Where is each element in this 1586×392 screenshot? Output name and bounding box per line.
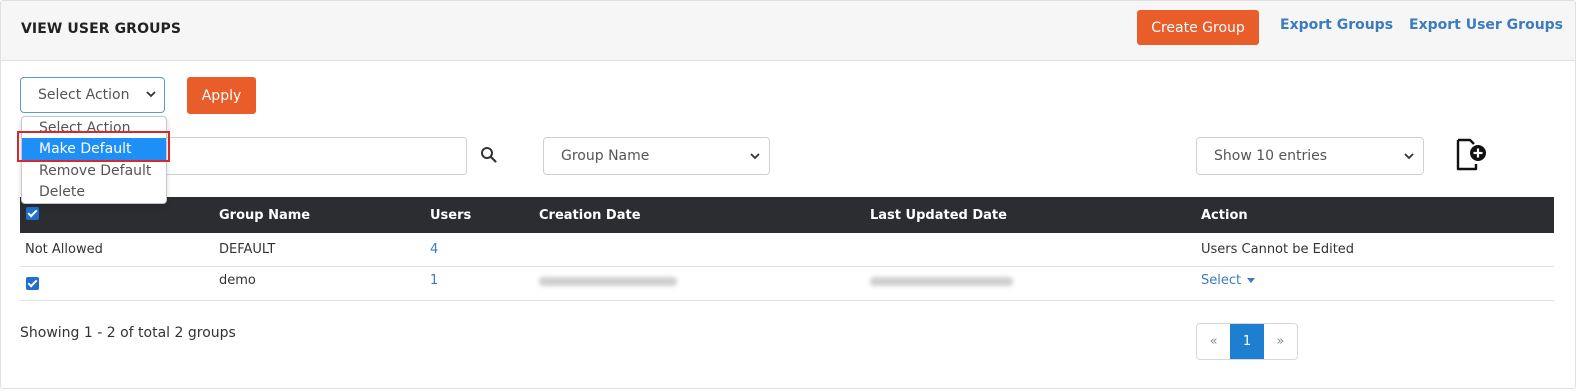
row-action-label: Select <box>1201 273 1242 288</box>
chevron-down-icon <box>750 138 760 188</box>
pagination-page-1[interactable]: 1 <box>1230 324 1264 359</box>
group-name-cell: DEFAULT <box>219 242 276 257</box>
entries-select[interactable]: Show 10 entries <box>1196 137 1424 175</box>
select-all-checkbox[interactable] <box>26 207 39 220</box>
users-count-cell[interactable]: 4 <box>430 242 438 257</box>
search-input[interactable] <box>165 137 467 175</box>
pagination-prev[interactable]: « <box>1197 324 1230 359</box>
column-header-action: Action <box>1201 208 1248 223</box>
row-checkbox[interactable] <box>26 277 39 290</box>
pagination: « 1 » <box>1196 323 1298 360</box>
table-row: demo 1 Select <box>20 266 1554 301</box>
row-action-select[interactable]: Select <box>1201 273 1256 288</box>
export-user-groups-link[interactable]: Export User Groups <box>1409 17 1563 33</box>
search-field-value: Group Name <box>561 148 650 164</box>
search-icon[interactable] <box>480 146 498 168</box>
entries-value: Show 10 entries <box>1214 148 1328 164</box>
option-remove-default[interactable]: Remove Default <box>22 160 166 182</box>
results-summary: Showing 1 - 2 of total 2 groups <box>20 325 236 341</box>
row-select-status: Not Allowed <box>25 242 103 257</box>
option-delete[interactable]: Delete <box>22 181 166 203</box>
table-header: Group Name Users Creation Date Last Upda… <box>20 197 1554 233</box>
column-header-last-updated-date[interactable]: Last Updated Date <box>870 208 1007 223</box>
column-header-group-name[interactable]: Group Name <box>219 208 310 223</box>
pagination-next[interactable]: » <box>1264 324 1297 359</box>
search-field-select[interactable]: Group Name <box>543 137 770 175</box>
action-cell: Users Cannot be Edited <box>1201 242 1355 257</box>
users-count-cell[interactable]: 1 <box>430 273 438 288</box>
export-groups-link[interactable]: Export Groups <box>1280 17 1393 33</box>
creation-date-redacted <box>539 277 677 286</box>
chevron-down-icon <box>146 78 156 112</box>
annotation-highlight-box <box>17 131 170 162</box>
apply-button[interactable]: Apply <box>187 77 256 114</box>
panel-header: VIEW USER GROUPS Create Group Export Gro… <box>1 1 1575 61</box>
table-row: Not Allowed DEFAULT 4 Users Cannot be Ed… <box>20 233 1554 267</box>
column-header-users[interactable]: Users <box>430 208 471 223</box>
column-header-creation-date[interactable]: Creation Date <box>539 208 641 223</box>
group-name-cell: demo <box>219 273 256 288</box>
caret-down-icon <box>1247 278 1256 283</box>
page-title: VIEW USER GROUPS <box>21 21 182 37</box>
add-document-icon[interactable] <box>1455 138 1489 176</box>
chevron-down-icon <box>1404 138 1414 188</box>
last-updated-redacted <box>870 277 1013 286</box>
bulk-action-select[interactable]: Select Action <box>20 77 165 113</box>
create-group-button[interactable]: Create Group <box>1137 10 1259 45</box>
bulk-action-value: Select Action <box>38 87 130 103</box>
user-groups-panel: VIEW USER GROUPS Create Group Export Gro… <box>0 0 1576 389</box>
